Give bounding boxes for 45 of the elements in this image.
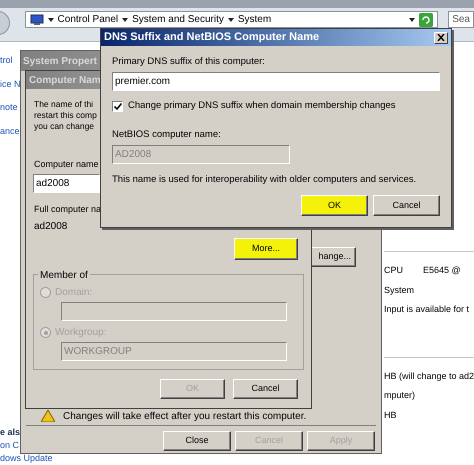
caret-icon[interactable]	[228, 18, 234, 22]
field-label: Primary DNS suffix of this computer:	[112, 55, 266, 69]
nav-link[interactable]: dows Update	[0, 453, 53, 463]
field-label: Computer name	[34, 158, 99, 171]
breadcrumb-item[interactable]: Control Panel	[58, 12, 118, 27]
note-text: This name is used for interoperability with older computers and services.	[112, 172, 418, 187]
dialog-button[interactable]: Cancel	[233, 379, 298, 399]
address-bar[interactable]: Control Panel System and Security System	[24, 11, 438, 28]
section-heading: e als	[0, 427, 20, 437]
detail-text: E5645 @	[423, 264, 461, 277]
caret-icon[interactable]	[409, 18, 416, 22]
dialog-button[interactable]: Close	[163, 431, 231, 451]
warning-text: Changes will take effect after you restart this computer.	[63, 410, 306, 424]
nav-link[interactable]: ance	[0, 124, 20, 138]
computer-name-field[interactable]: ad2008	[33, 174, 100, 192]
close-icon	[437, 34, 445, 41]
detail-text: System	[384, 284, 414, 297]
dns-suffix-field[interactable]: premier.com	[112, 72, 440, 92]
caret-icon[interactable]	[122, 18, 128, 22]
dialog-button[interactable]: OK	[301, 195, 368, 216]
nav-link[interactable]: trol	[0, 54, 13, 68]
computer-icon	[30, 14, 44, 26]
breadcrumb-item[interactable]: System	[238, 12, 272, 27]
dialog-button[interactable]: Cancel	[373, 195, 440, 216]
window-title: DNS Suffix and NetBIOS Computer Name	[104, 30, 320, 46]
intro-text: The name of thi	[34, 99, 94, 110]
nav-link[interactable]: on C	[0, 440, 20, 450]
search-field[interactable]: Sea	[448, 11, 474, 28]
close-button[interactable]	[434, 32, 448, 44]
detail-text: HB (will change to ad2	[384, 370, 474, 383]
nav-link[interactable]: note	[0, 101, 18, 114]
more-button[interactable]: More...	[234, 238, 298, 260]
caret-icon[interactable]	[48, 18, 54, 22]
detail-text: mputer)	[384, 389, 416, 402]
intro-text: restart this comp	[34, 110, 97, 121]
checkbox[interactable]	[112, 100, 123, 112]
field-label: NetBIOS computer name:	[112, 128, 222, 142]
breadcrumb-item[interactable]: System and Security	[132, 12, 224, 27]
checkbox-label: Change primary DNS suffix when domain membership changes	[128, 99, 396, 114]
intro-text: you can change	[34, 121, 94, 132]
nav-link[interactable]: ice N	[0, 78, 21, 91]
full-name-text: ad2008	[34, 220, 68, 234]
detail-text: Input is available for t	[384, 303, 470, 316]
detail-text: HB	[384, 408, 397, 422]
detail-text: CPU	[384, 264, 404, 277]
